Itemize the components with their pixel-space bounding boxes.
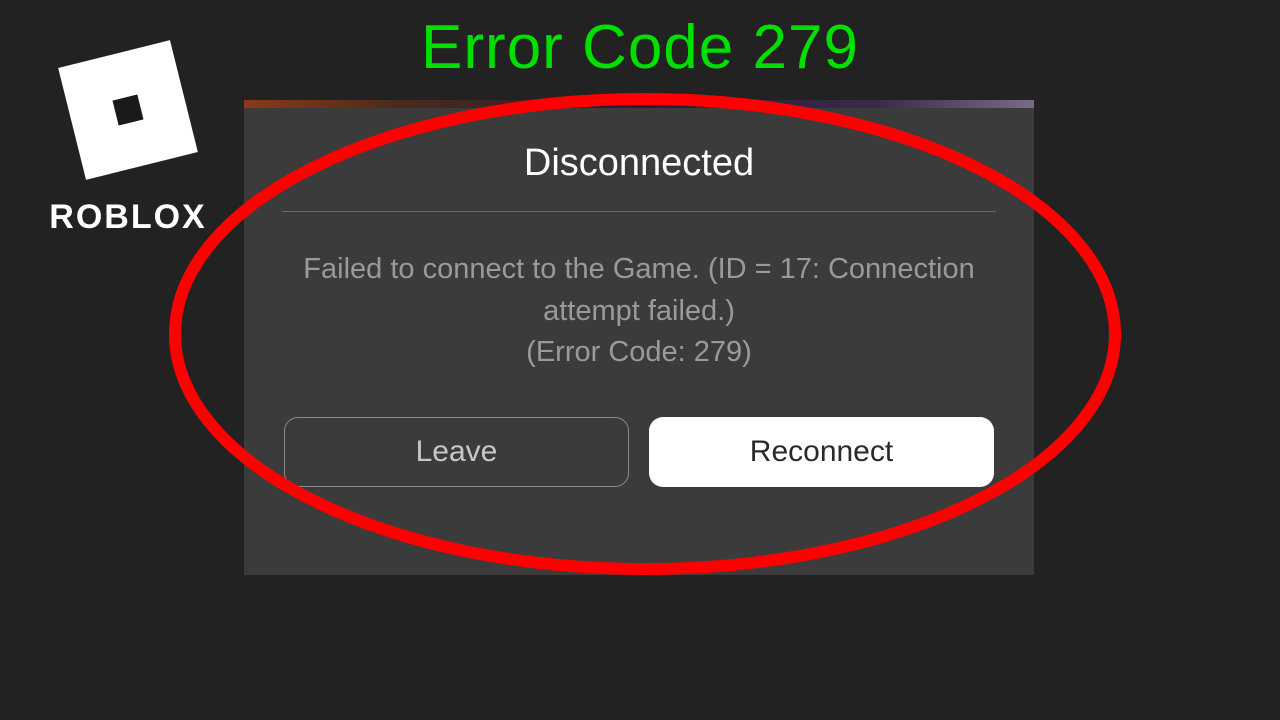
dialog-top-strip bbox=[244, 100, 1034, 108]
dialog-message: Failed to connect to the Game. (ID = 17:… bbox=[282, 248, 996, 332]
logo-block: ROBLOX bbox=[28, 30, 228, 237]
dialog-divider bbox=[282, 211, 996, 212]
logo-brand-text: ROBLOX bbox=[28, 198, 228, 237]
dialog-error-code: (Error Code: 279) bbox=[282, 336, 996, 369]
reconnect-button[interactable]: Reconnect bbox=[649, 417, 994, 487]
leave-button[interactable]: Leave bbox=[284, 417, 629, 487]
dialog-title: Disconnected bbox=[282, 142, 996, 185]
dialog-button-row: Leave Reconnect bbox=[282, 417, 996, 487]
page-title: Error Code 279 bbox=[421, 12, 859, 83]
roblox-logo-icon bbox=[48, 30, 208, 190]
disconnect-dialog: Disconnected Failed to connect to the Ga… bbox=[244, 100, 1034, 575]
